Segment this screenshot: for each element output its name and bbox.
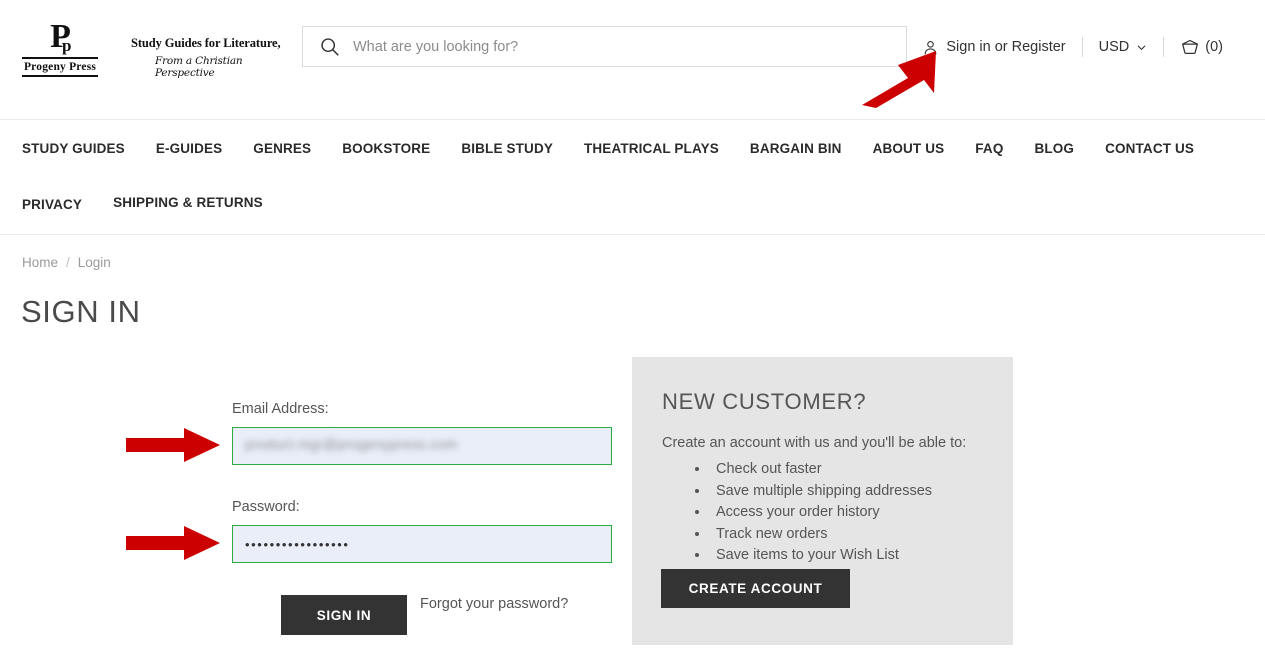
logo-monogram-small: p: [62, 36, 72, 55]
site-logo[interactable]: P p Progeny Press: [22, 20, 98, 78]
list-item: Track new orders: [710, 524, 983, 546]
new-customer-benefits: Check out faster Save multiple shipping …: [662, 459, 983, 567]
breadcrumb-separator: /: [66, 255, 70, 270]
logo-name: Progeny Press: [23, 61, 97, 73]
tagline-line-2: From a Christian Perspective: [155, 55, 243, 79]
nav-item-shipping-returns[interactable]: SHIPPING & RETURNS: [113, 177, 263, 231]
forgot-password-link[interactable]: Forgot your password?: [420, 596, 568, 612]
main-navigation: STUDY GUIDES E-GUIDES GENRES BOOKSTORE B…: [0, 121, 1265, 235]
user-icon: [922, 39, 939, 56]
nav-item-bible-study[interactable]: BIBLE STUDY: [461, 121, 553, 177]
search-input[interactable]: [351, 33, 871, 60]
header-account-area: Sign in or Register USD (0): [922, 34, 1223, 60]
email-field[interactable]: [232, 427, 612, 465]
header-divider-1: [1081, 37, 1083, 57]
new-customer-lead: Create an account with us and you'll be …: [662, 435, 967, 451]
logo-rule-bottom: [22, 75, 98, 77]
cart-count: (0): [1205, 39, 1223, 55]
currency-selector[interactable]: USD: [1099, 39, 1148, 55]
email-label: Email Address:: [232, 401, 329, 417]
nav-item-bookstore[interactable]: BOOKSTORE: [342, 121, 430, 177]
breadcrumb-home[interactable]: Home: [22, 255, 58, 270]
login-page: P p Progeny Press Study Guides for Liter…: [0, 0, 1265, 665]
create-account-button[interactable]: CREATE ACCOUNT: [661, 569, 850, 608]
nav-item-faq[interactable]: FAQ: [975, 121, 1003, 177]
password-field[interactable]: [232, 525, 612, 563]
new-customer-title: NEW CUSTOMER?: [662, 389, 867, 414]
nav-item-bargain-bin[interactable]: BARGAIN BIN: [750, 121, 842, 177]
logo-rule-top: [22, 57, 98, 59]
arrow-to-password-field: [126, 526, 222, 565]
cart-link[interactable]: (0): [1180, 37, 1223, 57]
search-bar[interactable]: [302, 26, 907, 67]
site-header: P p Progeny Press Study Guides for Liter…: [0, 0, 1265, 120]
nav-item-blog[interactable]: BLOG: [1034, 121, 1074, 177]
sign-in-button[interactable]: SIGN IN: [281, 595, 407, 635]
list-item: Save multiple shipping addresses: [710, 481, 983, 503]
currency-label: USD: [1098, 39, 1130, 55]
shopping-basket-icon: [1180, 37, 1200, 57]
page-title: SIGN IN: [21, 294, 141, 329]
search-icon: [319, 36, 340, 57]
nav-item-privacy[interactable]: PRIVACY: [22, 177, 82, 233]
logo-monogram: P p: [22, 20, 98, 56]
nav-item-genres[interactable]: GENRES: [253, 121, 311, 177]
chevron-down-icon: [1136, 42, 1147, 53]
tagline-line-1: Study Guides for Literature,: [131, 36, 281, 50]
nav-item-about-us[interactable]: ABOUT US: [873, 121, 945, 177]
nav-item-e-guides[interactable]: E-GUIDES: [156, 121, 222, 177]
list-item: Access your order history: [710, 502, 983, 524]
nav-item-contact-us[interactable]: CONTACT US: [1105, 121, 1194, 177]
list-item: Save items to your Wish List: [710, 545, 983, 567]
nav-item-theatrical-plays[interactable]: THEATRICAL PLAYS: [584, 121, 719, 177]
site-tagline: Study Guides for Literature, From a Chri…: [131, 36, 291, 79]
breadcrumb-current: Login: [77, 255, 111, 270]
password-label: Password:: [232, 499, 300, 515]
breadcrumb: Home / Login: [22, 255, 111, 270]
sign-in-or-register-link[interactable]: Sign in or Register: [946, 39, 1065, 55]
header-divider-2: [1163, 37, 1165, 57]
nav-list: STUDY GUIDES E-GUIDES GENRES BOOKSTORE B…: [22, 121, 1243, 233]
arrow-to-email-field: [126, 428, 222, 467]
list-item: Check out faster: [710, 459, 983, 481]
nav-item-study-guides[interactable]: STUDY GUIDES: [22, 121, 125, 177]
